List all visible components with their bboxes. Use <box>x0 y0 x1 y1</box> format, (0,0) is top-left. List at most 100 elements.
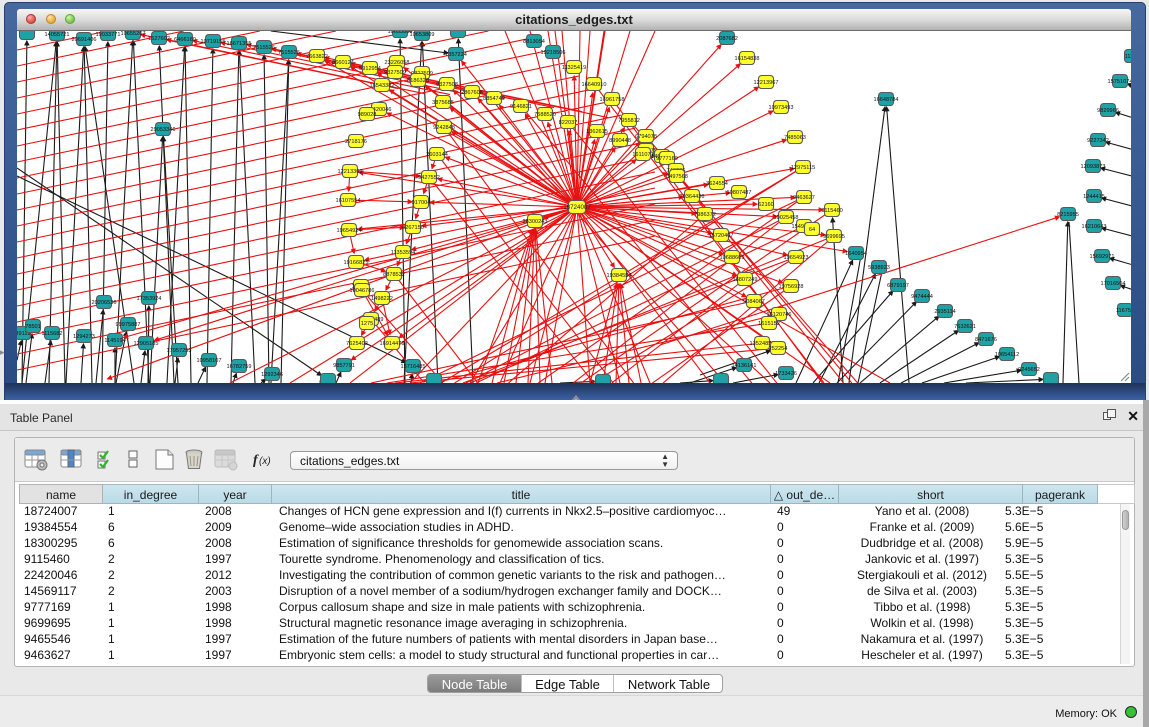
svg-text:8660124: 8660124 <box>332 60 354 66</box>
svg-text:1145194: 1145194 <box>104 338 125 344</box>
svg-text:28300243: 28300243 <box>523 219 548 225</box>
svg-text:10807487: 10807487 <box>727 190 752 196</box>
svg-text:16961758: 16961758 <box>600 97 625 103</box>
svg-text:6794078: 6794078 <box>635 134 657 140</box>
svg-text:15716485: 15716485 <box>401 364 426 370</box>
svg-text:9829966: 9829966 <box>1097 108 1119 114</box>
svg-text:9084067: 9084067 <box>743 299 765 305</box>
svg-text:5912954: 5912954 <box>359 66 381 72</box>
svg-text:822037: 822037 <box>559 120 578 126</box>
svg-text:9427552: 9427552 <box>418 175 440 181</box>
svg-text:3875685: 3875685 <box>432 100 454 106</box>
svg-text:10653809: 10653809 <box>410 32 435 38</box>
svg-text:16210643: 16210643 <box>1082 224 1107 230</box>
svg-text:10654112: 10654112 <box>995 352 1019 358</box>
svg-text:8813054: 8813054 <box>523 39 545 45</box>
svg-text:3624554: 3624554 <box>706 181 728 187</box>
svg-text:16154838: 16154838 <box>735 56 760 62</box>
svg-text:19384554: 19384554 <box>607 273 632 279</box>
svg-text:10973493: 10973493 <box>769 105 794 111</box>
svg-text:7515526: 7515526 <box>253 45 275 51</box>
svg-text:1615152: 1615152 <box>758 321 780 327</box>
svg-text:14055721: 14055721 <box>45 32 70 38</box>
svg-text:18807249: 18807249 <box>733 277 758 283</box>
svg-text:8878532: 8878532 <box>383 272 405 278</box>
svg-text:917004: 917004 <box>412 200 431 206</box>
svg-text:9242848: 9242848 <box>433 125 455 131</box>
svg-text:20364436: 20364436 <box>680 194 705 200</box>
svg-text:1733426: 1733426 <box>775 371 797 377</box>
svg-text:8854749: 8854749 <box>483 96 505 102</box>
svg-text:7485063: 7485063 <box>784 135 806 141</box>
svg-text:19756928: 19756928 <box>779 284 804 290</box>
svg-text:1640954: 1640954 <box>845 251 867 257</box>
svg-text:7986372: 7986372 <box>694 212 716 218</box>
svg-text:9115460: 9115460 <box>821 208 842 214</box>
svg-text:18724007: 18724007 <box>563 204 591 211</box>
svg-text:11123: 11123 <box>1125 54 1131 60</box>
svg-text:19654923: 19654923 <box>784 255 809 261</box>
svg-text:12975115: 12975115 <box>791 165 815 171</box>
svg-text:20691406: 20691406 <box>72 37 97 43</box>
svg-text:19033771: 19033771 <box>96 32 121 38</box>
svg-text:10655267: 10655267 <box>121 31 146 37</box>
svg-text:7955812: 7955812 <box>618 118 640 124</box>
svg-text:16914479: 16914479 <box>380 341 405 347</box>
svg-text:7632621: 7632621 <box>954 324 976 330</box>
svg-text:1527602: 1527602 <box>148 36 170 42</box>
svg-text:16107554: 16107554 <box>336 198 361 204</box>
svg-text:17957253: 17957253 <box>167 348 192 354</box>
svg-text:2087682: 2087682 <box>716 36 738 42</box>
svg-text:8186328: 8186328 <box>407 78 429 84</box>
svg-text:9474444: 9474444 <box>911 294 933 300</box>
svg-text:19166825: 19166825 <box>344 260 369 266</box>
svg-text:2867608: 2867608 <box>461 90 483 96</box>
svg-text:(x): (x) <box>259 456 271 467</box>
svg-text:23226058: 23226058 <box>385 60 410 66</box>
svg-text:1292346: 1292346 <box>261 372 283 378</box>
svg-text:29053346: 29053346 <box>151 127 176 133</box>
svg-text:17353924: 17353924 <box>137 296 162 302</box>
svg-text:989028: 989028 <box>358 112 377 118</box>
svg-text:15692971: 15692971 <box>1090 254 1115 260</box>
svg-text:7625402: 7625402 <box>346 341 368 347</box>
svg-text:1362615: 1362615 <box>586 129 608 135</box>
svg-text:9245652: 9245652 <box>1018 367 1040 373</box>
svg-text:8215955: 8215955 <box>1057 212 1079 218</box>
svg-text:10958107: 10958107 <box>197 358 222 364</box>
svg-text:1244415: 1244415 <box>1083 194 1105 200</box>
svg-text:9699695: 9699695 <box>823 234 845 240</box>
svg-text:10719155: 10719155 <box>201 39 226 45</box>
svg-text:2935114: 2935114 <box>934 309 955 315</box>
svg-text:6879197: 6879197 <box>887 283 909 289</box>
svg-text:16648784: 16648784 <box>874 97 899 103</box>
svg-text:7588520: 7588520 <box>534 112 556 118</box>
svg-text:8990448: 8990448 <box>609 138 631 144</box>
svg-text:9227342: 9227342 <box>1087 138 1109 144</box>
svg-text:7515526: 7515526 <box>278 50 300 56</box>
svg-text:9327508: 9327508 <box>436 82 458 88</box>
svg-text:64: 64 <box>809 227 815 233</box>
svg-text:9327509: 9327509 <box>384 70 406 76</box>
svg-text:12905185: 12905185 <box>134 341 159 347</box>
svg-text:2718176: 2718176 <box>345 139 367 145</box>
svg-text:19654924: 19654924 <box>337 228 362 234</box>
svg-text:78501: 78501 <box>25 324 41 330</box>
svg-text:5938923: 5938923 <box>868 265 890 271</box>
svg-text:9777169: 9777169 <box>656 156 678 162</box>
svg-text:1611071: 1611071 <box>632 152 653 158</box>
svg-text:6466160: 6466160 <box>174 37 196 43</box>
svg-text:9463627: 9463627 <box>793 195 815 201</box>
svg-text:16640910: 16640910 <box>582 82 607 88</box>
svg-text:12093873: 12093873 <box>1081 164 1106 170</box>
svg-text:12213369: 12213369 <box>338 169 363 175</box>
svg-text:1294273: 1294273 <box>73 334 95 340</box>
svg-text:11325419: 11325419 <box>562 65 586 71</box>
svg-text:9857791: 9857791 <box>333 363 355 369</box>
svg-text:6497568: 6497568 <box>666 174 688 180</box>
svg-text:1275: 1275 <box>361 321 373 327</box>
svg-text:15720407: 15720407 <box>709 233 734 239</box>
svg-text:20206536: 20206536 <box>92 300 117 306</box>
svg-text:7663822: 7663822 <box>306 54 328 60</box>
svg-text:1115682: 1115682 <box>42 331 63 337</box>
